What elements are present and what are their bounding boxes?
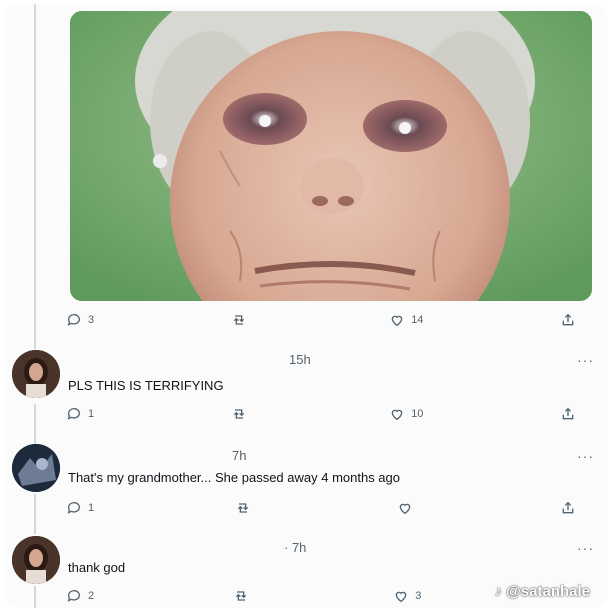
more-options-button[interactable]: ··· xyxy=(577,540,594,556)
retweet-action[interactable] xyxy=(231,312,253,328)
heart-icon xyxy=(400,503,411,515)
retweet-action[interactable] xyxy=(235,500,257,516)
reply-action[interactable]: 3 xyxy=(66,312,94,328)
retweet-icon xyxy=(237,503,248,513)
reply-action[interactable]: 1 xyxy=(66,500,94,516)
like-count: 3 xyxy=(415,590,422,602)
reply-time: 15h xyxy=(289,352,311,367)
reply-text: thank god xyxy=(68,560,126,575)
reply-count: 3 xyxy=(88,314,95,326)
share-action[interactable] xyxy=(560,500,576,516)
watermark: ♪ @satanhale xyxy=(494,583,591,600)
reply-count: 2 xyxy=(88,590,95,602)
reply-actions: 1 xyxy=(66,500,576,516)
like-action[interactable]: 3 xyxy=(393,588,421,604)
reply-icon xyxy=(67,590,80,602)
thread-line xyxy=(34,494,36,534)
reply-count: 1 xyxy=(88,502,95,514)
like-count: 14 xyxy=(411,314,424,326)
more-options-button[interactable]: ··· xyxy=(577,448,594,464)
thread-line xyxy=(34,586,36,608)
share-icon xyxy=(562,313,574,326)
retweet-action[interactable] xyxy=(233,588,255,604)
retweet-icon xyxy=(235,591,246,601)
more-options-button[interactable]: ··· xyxy=(577,352,594,368)
retweet-action[interactable] xyxy=(231,406,253,422)
avatar[interactable] xyxy=(12,444,60,492)
post-image[interactable] xyxy=(70,11,592,301)
retweet-icon xyxy=(233,409,244,419)
reply-time: · 7h xyxy=(284,540,307,555)
heart-icon xyxy=(391,409,403,421)
reply-icon xyxy=(67,502,80,514)
reply-icon xyxy=(67,314,80,326)
like-count: 10 xyxy=(411,408,424,420)
thread-line xyxy=(34,4,36,349)
reply-count: 1 xyxy=(88,408,95,420)
reply-text: PLS THIS IS TERRIFYING xyxy=(68,378,224,393)
reply-action[interactable]: 1 xyxy=(66,406,94,422)
tweet-thread: 3 14 15h ··· PLS THIS IS TERRIFYING 1 10… xyxy=(4,4,608,608)
share-icon xyxy=(562,407,574,420)
thread-line xyxy=(34,404,36,444)
share-action[interactable] xyxy=(560,312,576,328)
avatar[interactable] xyxy=(12,536,60,584)
reply-icon xyxy=(67,408,80,420)
retweet-icon xyxy=(233,315,244,325)
post-actions: 3 14 xyxy=(66,312,576,328)
heart-icon xyxy=(395,591,407,603)
reply-action[interactable]: 2 xyxy=(66,588,94,604)
reply-actions: 1 10 xyxy=(66,406,576,422)
heart-icon xyxy=(391,315,403,327)
like-action[interactable] xyxy=(397,500,419,516)
like-action[interactable]: 10 xyxy=(389,406,423,422)
share-icon xyxy=(562,501,574,514)
like-action[interactable]: 14 xyxy=(389,312,423,328)
avatar[interactable] xyxy=(12,350,60,398)
share-action[interactable] xyxy=(560,406,576,422)
reply-text: That's my grandmother... She passed away… xyxy=(68,470,400,485)
reply-time: 7h xyxy=(232,448,247,463)
